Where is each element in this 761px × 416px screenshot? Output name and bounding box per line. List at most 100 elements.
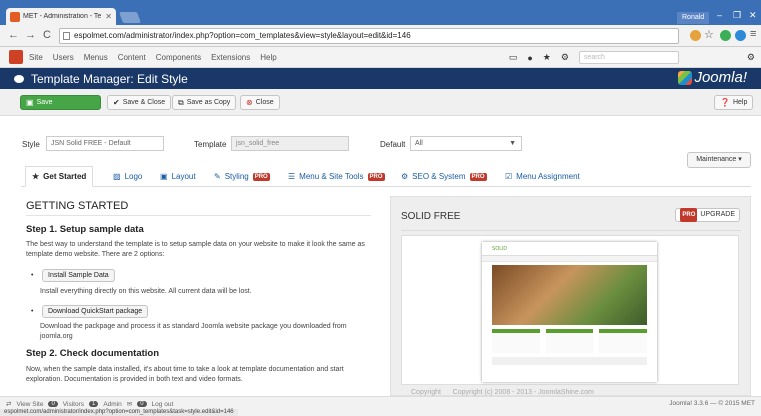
visitors-count: 0 xyxy=(48,401,58,407)
joomla-mark-icon xyxy=(678,70,693,85)
extension-blue-icon[interactable] xyxy=(735,30,746,41)
maintenance-label: Maintenance xyxy=(696,156,737,163)
mail-icon: ✉ xyxy=(126,401,133,408)
search-input[interactable]: search xyxy=(578,51,679,64)
browser-tab-bar: MET - Administration - Te ✕ Ronald – ❐ ✕ xyxy=(0,0,761,25)
save-button[interactable]: ▣ Save xyxy=(20,95,101,110)
tab-get-started[interactable]: ★ Get Started xyxy=(25,166,94,187)
url-input[interactable]: espolmet.com/administrator/index.php?opt… xyxy=(59,28,679,44)
tab-menu-assignment-label: Menu Assignment xyxy=(516,172,580,181)
reload-icon[interactable]: C xyxy=(43,29,51,41)
tab-styling[interactable]: ✎ Styling PRO xyxy=(214,166,270,187)
view-site-link[interactable]: View Site xyxy=(16,401,43,408)
template-label: Template xyxy=(194,140,227,149)
preview-nav xyxy=(482,256,657,262)
browser-menu-icon[interactable]: ≡ xyxy=(750,28,756,40)
menu-content[interactable]: Content xyxy=(118,53,146,62)
extension-green-icon[interactable] xyxy=(720,30,731,41)
admin-menu-bar: Site Users Menus Content Components Exte… xyxy=(0,47,761,68)
menu-users[interactable]: Users xyxy=(53,53,74,62)
browser-tab[interactable]: MET - Administration - Te ✕ xyxy=(6,8,116,25)
brand-text: Joomla! xyxy=(694,69,747,86)
save-close-label: Save & Close xyxy=(122,99,166,106)
maximize-icon[interactable]: ❐ xyxy=(733,10,741,21)
action-toolbar: ▣ Save ✔ Save & Close ⧉ Save as Copy ⊗ C… xyxy=(0,89,761,116)
default-label: Default xyxy=(380,140,406,149)
extension-icon[interactable] xyxy=(690,30,701,41)
close-tab-icon[interactable]: ✕ xyxy=(105,12,112,21)
preview-column xyxy=(599,329,648,353)
eye-icon xyxy=(14,74,24,83)
upgrade-button[interactable]: PRO UPGRADE xyxy=(675,208,740,222)
default-select[interactable]: All ▼ xyxy=(410,136,522,151)
tab-styling-label: Styling xyxy=(224,172,249,181)
install-text: Install everything directly on this webs… xyxy=(40,288,252,295)
page-title: Template Manager: Edit Style xyxy=(31,71,188,86)
address-bar: ← → C espolmet.com/administrator/index.p… xyxy=(0,25,761,47)
star-icon: ★ xyxy=(32,172,40,181)
gear-icon[interactable]: ⚙ xyxy=(561,52,569,63)
section-heading: GETTING STARTED xyxy=(26,200,129,212)
save-copy-label: Save as Copy xyxy=(186,99,231,106)
star-icon[interactable]: ★ xyxy=(543,52,551,63)
menu-help[interactable]: Help xyxy=(260,53,276,62)
tab-logo[interactable]: ▨ Logo xyxy=(113,166,142,187)
upgrade-label: UPGRADE xyxy=(700,211,735,218)
page-header: Template Manager: Edit Style Joomla! xyxy=(0,68,761,89)
bullet: • xyxy=(31,272,34,279)
close-button[interactable]: ⊗ Close xyxy=(240,95,280,110)
pro-badge: PRO xyxy=(680,208,698,222)
pro-badge: PRO xyxy=(367,172,385,181)
bullet: • xyxy=(31,308,34,315)
divider xyxy=(26,215,371,216)
copyright-label: Copyright xyxy=(411,389,441,396)
monitor-icon[interactable]: ▭ xyxy=(509,52,518,63)
layout-icon: ▣ xyxy=(160,172,168,181)
browser-user-badge[interactable]: Ronald xyxy=(677,12,710,24)
template-preview: SOLID xyxy=(401,235,739,385)
forward-icon[interactable]: → xyxy=(25,29,36,41)
version-text: Joomla! 3.3.6 — © 2015 MET xyxy=(669,400,755,407)
save-copy-button[interactable]: ⧉ Save as Copy xyxy=(172,95,237,110)
save-icon: ▣ xyxy=(26,98,34,107)
url-text: espolmet.com/administrator/index.php?opt… xyxy=(74,31,411,40)
menu-extensions[interactable]: Extensions xyxy=(211,53,250,62)
cog-icon: ⚙ xyxy=(401,172,409,181)
menu-components[interactable]: Components xyxy=(156,53,201,62)
new-tab-button[interactable] xyxy=(118,12,142,23)
style-input[interactable]: JSN Solid FREE - Default xyxy=(46,136,164,151)
tab-seo-system-label: SEO & System xyxy=(412,172,466,181)
install-sample-data-button[interactable]: Install Sample Data xyxy=(42,269,115,282)
save-close-button[interactable]: ✔ Save & Close xyxy=(107,95,172,110)
logout-link[interactable]: Log out xyxy=(152,401,174,408)
check-icon: ✔ xyxy=(113,98,120,107)
preview-column xyxy=(492,329,540,353)
panel-title: SOLID FREE xyxy=(401,211,461,222)
joomla-logo-icon[interactable] xyxy=(9,50,23,64)
bookmark-star-icon[interactable]: ☆ xyxy=(704,28,714,41)
checkbox-icon: ☑ xyxy=(505,172,513,181)
help-button[interactable]: ❓ Help xyxy=(714,95,754,110)
tab-seo-system[interactable]: ⚙ SEO & System PRO xyxy=(401,166,487,187)
copy-icon: ⧉ xyxy=(178,97,184,107)
page-icon xyxy=(63,32,70,40)
messages-count: 0 xyxy=(137,401,147,407)
tab-menu-site-tools[interactable]: ☰ Menu & Site Tools PRO xyxy=(288,166,385,187)
menu-site[interactable]: Site xyxy=(29,53,43,62)
download-text: Download the packpage and process it as … xyxy=(40,323,347,340)
tab-get-started-label: Get Started xyxy=(43,172,87,181)
tab-menu-assignment[interactable]: ☑ Menu Assignment xyxy=(505,166,580,187)
minimize-icon[interactable]: – xyxy=(717,10,722,20)
close-window-icon[interactable]: ✕ xyxy=(749,10,757,21)
close-label: Close xyxy=(255,99,274,106)
tab-bar: ★ Get Started ▨ Logo ▣ Layout ✎ Styling … xyxy=(21,166,751,187)
tab-layout[interactable]: ▣ Layout xyxy=(160,166,196,187)
copyright: Copyright Copyright (c) 2008 - 2013 - Jo… xyxy=(411,389,594,396)
preview-column xyxy=(545,329,594,353)
menu-menus[interactable]: Menus xyxy=(84,53,108,62)
user-icon[interactable]: ● xyxy=(527,53,532,63)
download-quickstart-button[interactable]: Download QuickStart package xyxy=(42,305,149,318)
back-icon[interactable]: ← xyxy=(8,29,19,41)
cog-settings-icon[interactable]: ⚙ xyxy=(747,52,755,63)
image-icon: ▨ xyxy=(113,172,121,181)
